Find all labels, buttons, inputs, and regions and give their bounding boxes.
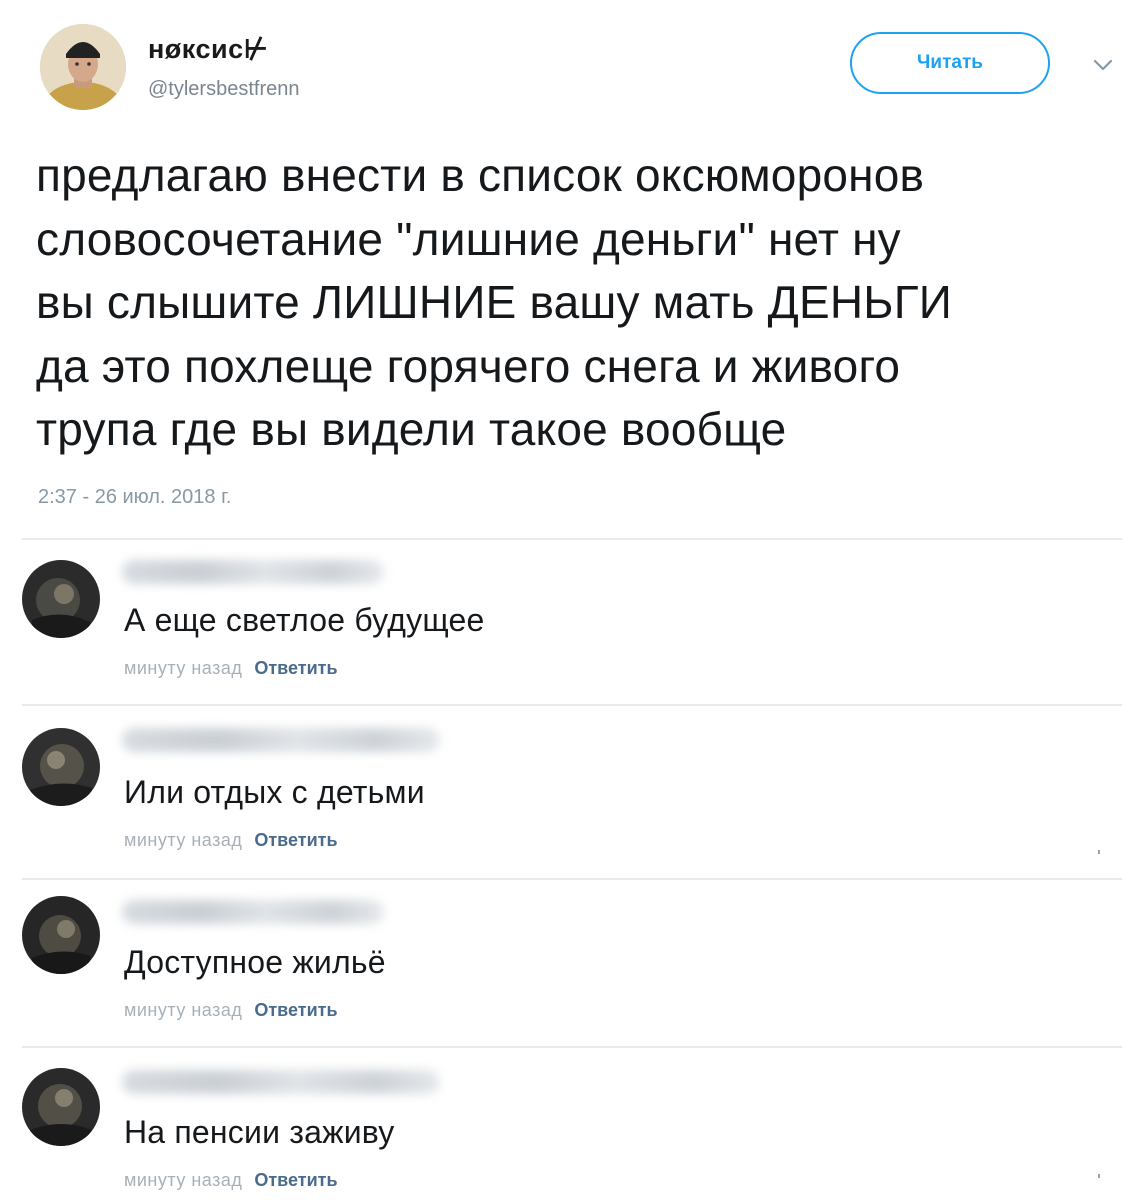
avatar-image xyxy=(40,24,126,110)
author-avatar[interactable] xyxy=(40,24,126,110)
commenter-avatar[interactable] xyxy=(22,896,100,974)
comment-text: Или отдых с детьми xyxy=(124,774,425,810)
tweet-header: нøксис⊬ @tylersbestfrenn Читать xyxy=(0,0,1136,140)
comment-item: А еще светлое будущее минуту назад Ответи… xyxy=(0,540,1136,690)
reply-link[interactable]: Ответить xyxy=(254,1000,337,1020)
tweet-text-line: предлагаю внести в список оксюморонов xyxy=(36,149,925,201)
author-name[interactable]: нøксис⊬ xyxy=(148,34,269,65)
tweet-text-line: да это похлеще горячего снега и живого xyxy=(36,339,901,392)
comment-meta: минуту назад Ответить xyxy=(124,830,338,851)
avatar-image xyxy=(22,896,100,974)
commenter-avatar[interactable] xyxy=(22,560,100,638)
comment-item: Доступное жильё минуту назад Ответить xyxy=(0,880,1136,1030)
comment-item: На пенсии заживу минуту назад Ответить xyxy=(0,1048,1136,1198)
chevron-down-icon[interactable] xyxy=(1090,52,1116,78)
blurred-username xyxy=(122,728,440,752)
tweet-text-line: словосочетание "лишние деньги" нет ну xyxy=(36,212,901,265)
commenter-avatar[interactable] xyxy=(22,728,100,806)
avatar-image xyxy=(22,1068,100,1146)
reply-link[interactable]: Ответить xyxy=(254,830,337,850)
author-handle[interactable]: @tylersbestfrenn xyxy=(148,78,299,101)
reply-link[interactable]: Ответить xyxy=(254,658,337,678)
avatar-image xyxy=(22,728,100,806)
divider-dot xyxy=(1098,1174,1100,1178)
comment-time: минуту назад xyxy=(124,658,243,678)
commenter-avatar[interactable] xyxy=(22,1068,100,1146)
comment-text: На пенсии заживу xyxy=(124,1114,395,1150)
blurred-username xyxy=(122,1070,440,1094)
avatar-image xyxy=(22,560,100,638)
tweet-timestamp[interactable]: 2:37 - 26 июл. 2018 г. xyxy=(38,486,231,509)
comment-time: минуту назад xyxy=(124,1000,243,1020)
comment-meta: минуту назад Ответить xyxy=(124,1000,338,1021)
comment-meta: минуту назад Ответить xyxy=(124,658,338,679)
tweet-text-line: трупа где вы видели такое вообще xyxy=(36,403,787,455)
follow-button[interactable]: Читать xyxy=(850,32,1050,94)
tweet-text-line: вы слышите ЛИШНИЕ вашу мать ДЕНЬГИ xyxy=(36,276,953,328)
blurred-username xyxy=(122,900,384,924)
comment-time: минуту назад xyxy=(124,830,243,850)
divider-dot xyxy=(1098,850,1100,854)
reply-link[interactable]: Ответить xyxy=(254,1170,337,1190)
tweet-text: предлагаю внести в список оксюморонов сл… xyxy=(36,144,1106,462)
comment-text: Доступное жильё xyxy=(124,944,386,980)
comment-text: А еще светлое будущее xyxy=(124,602,485,638)
comment-item: Или отдых с детьми минуту назад Ответить xyxy=(0,706,1136,856)
comment-time: минуту назад xyxy=(124,1170,243,1190)
comment-meta: минуту назад Ответить xyxy=(124,1170,338,1191)
blurred-username xyxy=(122,560,384,584)
